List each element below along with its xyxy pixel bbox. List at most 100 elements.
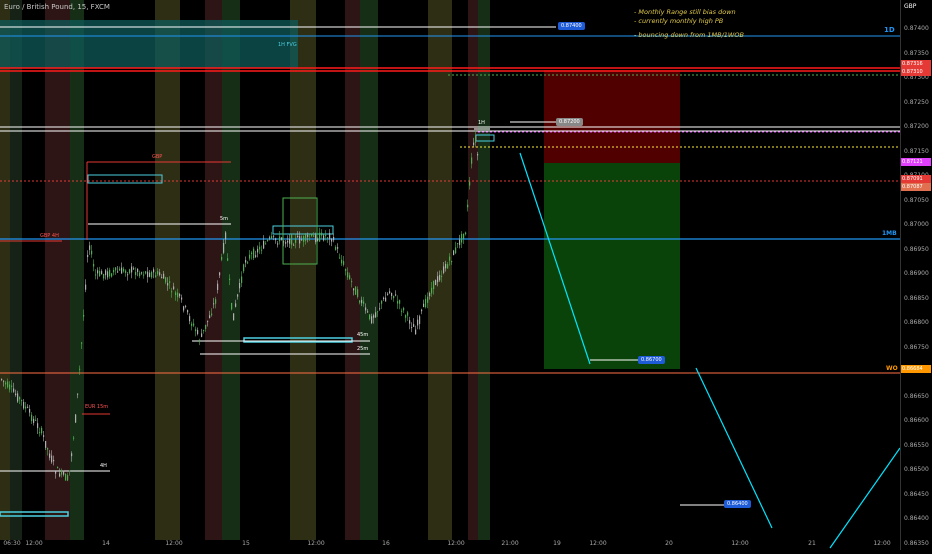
- candle-body: [189, 316, 191, 322]
- candle-body: [5, 382, 7, 385]
- candle-body: [219, 272, 221, 276]
- candle-body: [147, 271, 149, 278]
- candle-body: [291, 235, 293, 245]
- candle-body: [455, 247, 457, 254]
- callout-mid[interactable]: 0.87200: [556, 118, 583, 126]
- price-tick: 0.86450: [904, 490, 929, 498]
- candle-body: [277, 243, 279, 245]
- note-line-2: - currently monthly high PB: [634, 16, 724, 25]
- chart-canvas[interactable]: [0, 0, 932, 550]
- candle-body: [151, 271, 153, 278]
- candle-body: [285, 242, 287, 244]
- candle-body: [213, 303, 215, 305]
- candle-body: [269, 237, 271, 239]
- candle-body: [447, 264, 449, 269]
- session-band: [70, 0, 84, 540]
- candle-body: [457, 243, 459, 245]
- time-tick: 12:00: [25, 540, 43, 547]
- level-1d-label: 1D: [884, 26, 895, 34]
- time-tick: 21:00: [501, 540, 519, 547]
- candle-body: [77, 393, 79, 395]
- candle-body: [407, 312, 409, 316]
- candle-body: [301, 239, 303, 241]
- session-band: [10, 0, 22, 540]
- callout-top[interactable]: 0.87400: [558, 22, 585, 30]
- candle-body: [233, 313, 235, 321]
- candle-body: [397, 301, 399, 304]
- callout-bottom[interactable]: 0.86400: [724, 500, 751, 508]
- candle-body: [379, 308, 381, 310]
- candle-body: [115, 267, 117, 271]
- candle-body: [199, 339, 201, 341]
- session-band: [205, 0, 222, 540]
- price-tick: 0.86500: [904, 466, 929, 473]
- candle-body: [197, 330, 199, 334]
- candle-body: [35, 419, 37, 421]
- candle-body: [463, 233, 465, 239]
- candle-body: [311, 234, 313, 237]
- candle-body: [353, 288, 355, 291]
- candle-body: [27, 406, 29, 408]
- candle-body: [265, 243, 267, 245]
- candle-body: [239, 282, 241, 289]
- candle-body: [409, 320, 411, 324]
- callout-target[interactable]: 0.86700: [638, 356, 665, 364]
- candle-body: [381, 300, 383, 304]
- candle-body: [259, 246, 261, 250]
- candle-body: [65, 474, 67, 481]
- candle-body: [133, 268, 135, 270]
- candle-body: [323, 235, 325, 241]
- candle-body: [143, 274, 145, 276]
- candle-body: [99, 270, 101, 277]
- notes-box: - Monthly Range still bias down - curren…: [634, 8, 744, 40]
- candle-body: [85, 284, 87, 290]
- candle-body: [127, 274, 129, 276]
- candle-body: [51, 455, 53, 463]
- candle-body: [215, 299, 217, 304]
- candle-body: [461, 234, 463, 243]
- candle-body: [411, 327, 413, 329]
- candle-body: [195, 329, 197, 332]
- candle-body: [283, 241, 285, 243]
- h1-label: 1H: [478, 120, 485, 126]
- candle-body: [175, 292, 177, 296]
- price-tick: 0.86750: [904, 343, 929, 351]
- candle-body: [245, 260, 247, 263]
- candle-body: [55, 471, 57, 474]
- candle-body: [433, 280, 435, 289]
- price-tick: 0.86950: [904, 245, 929, 253]
- price-tick: 0.87200: [904, 123, 929, 130]
- candle-body: [419, 316, 421, 324]
- candle-body: [299, 236, 301, 244]
- candle-body: [275, 238, 277, 241]
- candle-body: [399, 300, 401, 304]
- candle-body: [97, 270, 99, 274]
- candle-body: [39, 432, 41, 434]
- candle-body: [401, 310, 403, 312]
- price-tick: 0.87400: [904, 25, 929, 32]
- candle-body: [357, 289, 359, 297]
- price-tick: 0.87000: [904, 221, 929, 228]
- chart-title: Euro / British Pound, 15, FXCM: [4, 3, 110, 11]
- candle-body: [253, 248, 255, 259]
- candle-body: [307, 235, 309, 237]
- candle-body: [9, 384, 11, 390]
- time-tick: 19: [553, 540, 561, 547]
- candle-body: [247, 262, 249, 264]
- candle-body: [125, 270, 127, 274]
- candle-body: [71, 453, 73, 457]
- time-tick: 06:30: [3, 540, 21, 547]
- candle-body: [335, 246, 337, 250]
- candle-body: [473, 142, 475, 146]
- gbp-label: GBP: [152, 154, 163, 160]
- candle-body: [187, 310, 189, 313]
- chart-area[interactable]: Euro / British Pound, 15, FXCM - Monthly…: [0, 0, 932, 550]
- candle-body: [227, 258, 229, 261]
- candle-body: [13, 388, 15, 392]
- candle-body: [101, 271, 103, 275]
- candle-body: [341, 259, 343, 264]
- candle-body: [209, 315, 211, 319]
- candle-body: [95, 274, 97, 276]
- candle-body: [273, 235, 275, 237]
- price-tick: 0.87250: [904, 98, 929, 106]
